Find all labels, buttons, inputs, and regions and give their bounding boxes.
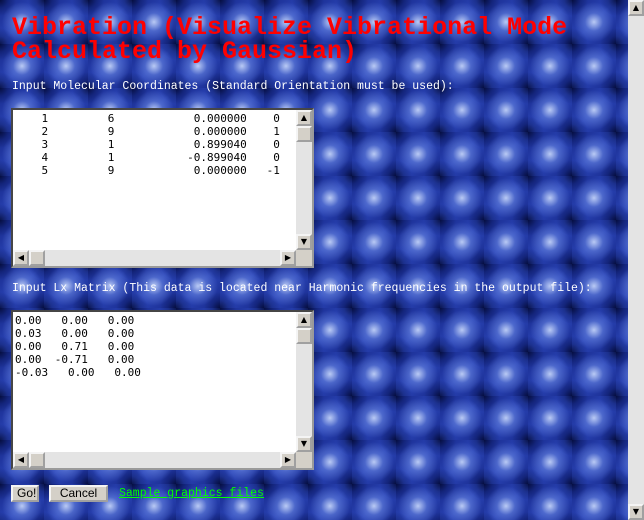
lx-textarea-content[interactable]: 0.00 0.00 0.00 0.03 0.00 0.00 0.00 0.71 … [15,314,296,452]
go-button[interactable]: Go! [11,485,39,502]
page: Vibration (Visualize Vibrational Mode Ca… [0,0,628,520]
coords-vertical-scrollbar[interactable]: ▲ ▼ [296,110,312,250]
lx-textarea[interactable]: 0.00 0.00 0.00 0.03 0.00 0.00 0.00 0.71 … [11,310,314,470]
coords-hscroll-thumb[interactable] [29,250,45,266]
scrollbar-corner [296,250,312,266]
scroll-left-icon[interactable]: ◀ [13,250,29,266]
scrollbar-corner [296,452,312,468]
coords-horizontal-scrollbar[interactable]: ◀ ▶ [13,250,296,266]
scroll-right-icon[interactable]: ▶ [280,452,296,468]
scroll-right-icon[interactable]: ▶ [280,250,296,266]
coords-textarea-content[interactable]: 1 6 0.000000 0 2 9 0.000000 1 3 1 0.8990… [15,112,296,250]
scroll-down-icon[interactable]: ▼ [296,234,312,250]
lx-label: Input Lx Matrix (This data is located ne… [12,282,592,295]
coords-vscroll-thumb[interactable] [296,126,312,142]
scroll-up-icon[interactable]: ▲ [296,312,312,328]
lx-vertical-scrollbar[interactable]: ▲ ▼ [296,312,312,452]
lx-hscroll-thumb[interactable] [29,452,45,468]
sample-graphics-link[interactable]: Sample graphics files [119,487,264,500]
scroll-up-icon[interactable]: ▲ [296,110,312,126]
scroll-left-icon[interactable]: ◀ [13,452,29,468]
page-title: Vibration (Visualize Vibrational Mode Ca… [12,13,568,66]
scroll-down-icon[interactable]: ▼ [628,504,644,520]
cancel-button[interactable]: Cancel [49,485,108,502]
scroll-up-icon[interactable]: ▲ [628,0,644,16]
lx-horizontal-scrollbar[interactable]: ◀ ▶ [13,452,296,468]
page-vertical-scrollbar[interactable]: ▲ ▼ [628,0,644,520]
lx-vscroll-thumb[interactable] [296,328,312,344]
coords-textarea[interactable]: 1 6 0.000000 0 2 9 0.000000 1 3 1 0.8990… [11,108,314,268]
scroll-down-icon[interactable]: ▼ [296,436,312,452]
coords-label: Input Molecular Coordinates (Standard Or… [12,80,454,93]
